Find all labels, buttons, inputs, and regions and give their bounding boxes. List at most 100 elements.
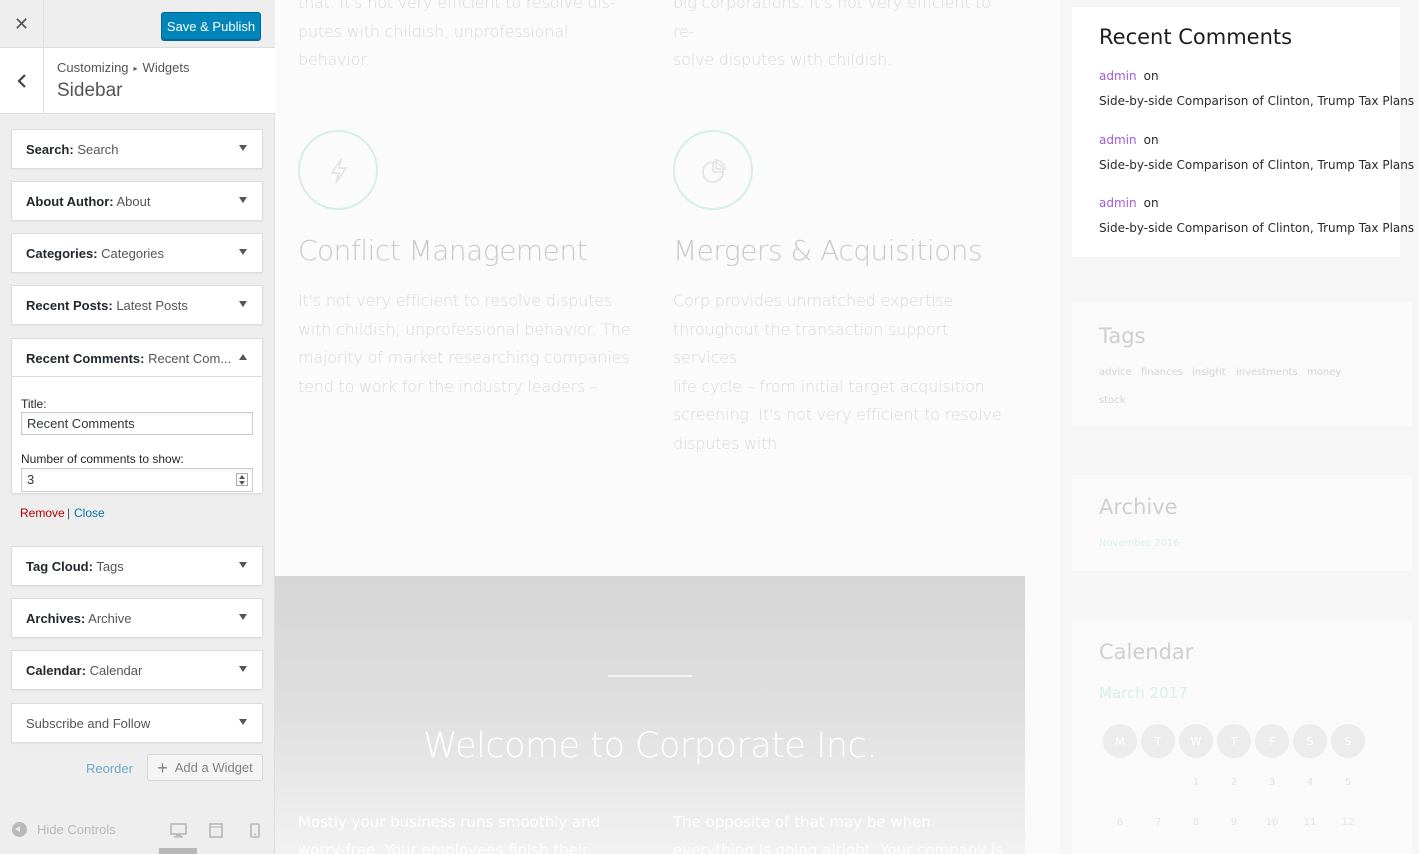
tags-widget: Tags advice finances insight investments… <box>1072 302 1412 426</box>
dropdown-arrow-icon[interactable] <box>239 562 247 568</box>
dropdown-arrow-icon[interactable] <box>239 197 247 203</box>
widget-type: Search: <box>26 142 74 157</box>
back-button[interactable] <box>0 48 44 113</box>
recent-comments-title: Recent Comments <box>1099 25 1293 49</box>
tag-link[interactable]: advice <box>1099 367 1132 378</box>
comment-on: on <box>1143 133 1159 147</box>
widget-title: Latest Posts <box>116 298 188 313</box>
text-line: solve disputes with childish. <box>673 50 892 69</box>
archive-link[interactable]: November 2016 <box>1099 538 1180 549</box>
widget-type: Categories: <box>26 246 98 261</box>
collapse-arrow-icon[interactable] <box>239 354 247 360</box>
widget-header[interactable]: Recent Comments: Recent Com... <box>12 339 262 377</box>
hide-controls-icon <box>12 822 27 837</box>
close-link[interactable]: Close <box>74 506 105 520</box>
back-chevron-icon <box>16 73 26 88</box>
lightning-icon <box>330 158 348 184</box>
text-line: big corporations. It's not very efficien… <box>673 0 991 41</box>
comment-post-link[interactable]: Side-by-side Comparison of Clinton, Trum… <box>1099 158 1414 172</box>
widget-type: About Author: <box>26 194 114 209</box>
text-line: life cycle – from initial target acquisi… <box>673 376 985 396</box>
dropdown-arrow-icon[interactable] <box>239 301 247 307</box>
close-icon[interactable]: ✕ <box>0 0 44 48</box>
widget-search[interactable]: Search: Search <box>11 129 263 169</box>
widget-about-author[interactable]: About Author: About <box>11 181 263 221</box>
widget-calendar[interactable]: Calendar: Calendar <box>11 650 263 690</box>
text-line: Corp provides unmatched expertise <box>673 291 954 310</box>
calendar-date: 10 <box>1265 817 1279 828</box>
comment-author-link[interactable]: admin <box>1099 69 1137 83</box>
text-line: putes with childish, unprofessional beha… <box>298 21 569 70</box>
reorder-link[interactable]: Reorder <box>86 761 133 776</box>
widget-tag-cloud[interactable]: Tag Cloud: Tags <box>11 546 263 586</box>
add-widget-button[interactable]: + Add a Widget <box>147 754 263 781</box>
tag-link[interactable]: finances <box>1141 367 1183 378</box>
widget-recent-posts[interactable]: Recent Posts: Latest Posts <box>11 285 263 325</box>
title-input[interactable]: Recent Comments <box>21 412 253 435</box>
archive-widget: Archive November 2016 <box>1072 475 1412 571</box>
widget-subscribe-follow[interactable]: Subscribe and Follow <box>11 703 263 743</box>
comment-post-link[interactable]: Side-by-side Comparison of Clinton, Trum… <box>1099 221 1414 235</box>
text-line: It's not very efficient to resolve dispu… <box>298 291 612 310</box>
calendar-date: 9 <box>1230 817 1238 828</box>
widget-title: Recent Com... <box>148 351 232 366</box>
archive-title: Archive <box>1099 495 1178 519</box>
number-label: Number of comments to show: <box>21 452 184 466</box>
calendar-date: 3 <box>1268 777 1276 788</box>
site-preview: that. It's not very efficient to resolve… <box>275 0 1419 854</box>
remove-link[interactable]: Remove <box>20 506 65 520</box>
calendar-date: 6 <box>1116 817 1124 828</box>
active-device-indicator <box>159 848 197 854</box>
text-line: majority of market researching companies <box>298 348 630 367</box>
comment-on: on <box>1143 196 1159 210</box>
comment-on: on <box>1143 69 1159 83</box>
service-icon-ring <box>298 130 378 210</box>
comment-meta: admin on <box>1099 196 1159 210</box>
number-input[interactable]: 3 <box>21 468 253 492</box>
breadcrumb-current: Widgets <box>142 60 190 75</box>
calendar-date: 2 <box>1230 777 1238 788</box>
calendar-date: 1 <box>1192 777 1200 788</box>
dropdown-arrow-icon[interactable] <box>239 145 247 151</box>
calendar-title: Calendar <box>1099 640 1194 664</box>
widget-title: Calendar <box>89 663 143 678</box>
dropdown-arrow-icon[interactable] <box>239 666 247 672</box>
comment-author-link[interactable]: admin <box>1099 133 1137 147</box>
tag-link[interactable]: money <box>1307 367 1341 378</box>
breadcrumb: Customizing ▸ Widgets <box>57 60 190 75</box>
mobile-icon[interactable] <box>250 823 260 838</box>
section-header: Customizing ▸ Widgets Sidebar <box>0 48 275 114</box>
widget-type: Recent Comments: <box>26 351 145 366</box>
desktop-icon[interactable] <box>170 823 187 838</box>
hero-right-text: The opposite of that may be when everyth… <box>673 813 1003 854</box>
calendar-weekday: W <box>1179 724 1213 758</box>
calendar-date: 12 <box>1341 817 1355 828</box>
tablet-icon[interactable] <box>209 823 223 838</box>
tag-link[interactable]: investments <box>1236 367 1298 378</box>
comment-author-link[interactable]: admin <box>1099 196 1137 210</box>
dropdown-arrow-icon[interactable] <box>239 719 247 725</box>
widget-archives[interactable]: Archives: Archive <box>11 598 263 638</box>
dropdown-arrow-icon[interactable] <box>239 249 247 255</box>
text-line: throughout the transaction support servi… <box>673 319 949 368</box>
text-line: that. It's not very efficient to resolve… <box>298 0 616 12</box>
service-text: Corp provides unmatched expertise throug… <box>673 287 1013 458</box>
calendar-weekday: F <box>1255 724 1289 758</box>
widget-title: Search <box>77 142 119 157</box>
tag-link[interactable]: insight <box>1192 367 1226 378</box>
tag-link[interactable]: stock <box>1099 395 1126 406</box>
widget-title: Tags <box>96 559 124 574</box>
widget-type: Archives: <box>26 611 86 626</box>
widget-categories[interactable]: Categories: Categories <box>11 233 263 273</box>
hide-controls-button[interactable]: Hide Controls <box>12 822 116 837</box>
hero-title: Welcome to Corporate Inc. <box>423 726 877 766</box>
save-publish-button[interactable]: Save & Publish <box>161 12 261 40</box>
breadcrumb-separator: ▸ <box>133 64 138 73</box>
dropdown-arrow-icon[interactable] <box>239 614 247 620</box>
text-line: screening. It's not very efficient to re… <box>673 405 1002 424</box>
number-spinner[interactable] <box>236 473 248 486</box>
comment-post-link[interactable]: Side-by-side Comparison of Clinton, Trum… <box>1099 94 1414 108</box>
comment-meta: admin on <box>1099 133 1159 147</box>
widget-title: Categories <box>101 246 165 261</box>
hide-controls-label: Hide Controls <box>37 822 116 837</box>
